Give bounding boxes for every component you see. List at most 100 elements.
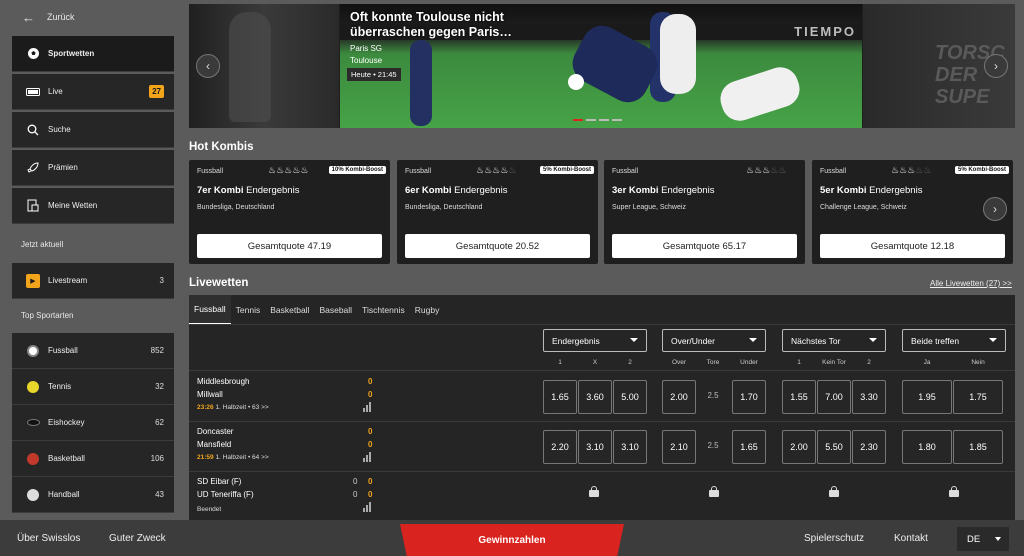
kombi-title-market: Endergebnis [869, 185, 923, 196]
heat-rating: ♨♨♨♨♨ [476, 165, 516, 176]
kombi-title: 3er Kombi Endergebnis [612, 185, 714, 196]
odds-button[interactable]: 2.00 [662, 380, 696, 414]
sidebar-item-basketball[interactable]: Basketball 106 [12, 441, 174, 477]
match-row[interactable]: Middlesbrough Millwall 0 0 23:26 1. Halbzeit… [189, 371, 1015, 421]
soccer-ball-icon [20, 47, 46, 60]
tab-basketball[interactable]: Basketball [265, 295, 314, 325]
odds-button[interactable]: 3.30 [852, 380, 886, 414]
odds-button[interactable]: 2.00 [782, 430, 816, 464]
footer-link-guter-zweck[interactable]: Guter Zweck [109, 533, 166, 544]
chevron-down-icon [869, 338, 877, 342]
match-row[interactable]: Doncaster Mansfield 0 0 21:59 1. Halbzeit • … [189, 421, 1015, 471]
team-away: Mansfield [197, 440, 232, 449]
match-period[interactable]: 1. Halbzeit • 64 >> [215, 454, 268, 461]
sidebar-item-praemien[interactable]: Prämien [12, 150, 174, 186]
match-row[interactable]: SD Eibar (F) UD Teneriffa (F) 0 0 0 0 Beendet [189, 471, 1015, 521]
hot-kombis-title: Hot Kombis [189, 141, 254, 153]
tab-rugby[interactable]: Rugby [410, 295, 445, 325]
market-select-label: Nächstes Tor [791, 335, 841, 346]
stats-icon[interactable] [363, 502, 373, 512]
chevron-left-icon: ‹ [206, 59, 210, 73]
sidebar-item-tennis[interactable]: Tennis 32 [12, 369, 174, 405]
kombi-quote-button[interactable]: Gesamtquote 20.52 [405, 234, 590, 258]
odds-button[interactable]: 5.50 [817, 430, 851, 464]
odds-button[interactable]: 3.10 [578, 430, 612, 464]
kombi-boost-badge: 5% Kombi-Boost [540, 166, 594, 174]
kombi-quote-button[interactable]: Gesamtquote 12.18 [820, 234, 1005, 258]
column-header: 1 [558, 359, 562, 366]
kombi-league: Bundesliga, Deutschland [405, 204, 483, 211]
kombi-title: 6er Kombi Endergebnis [405, 185, 507, 196]
market-select-over-under[interactable]: Over/Under [662, 329, 766, 352]
kombis-next-button[interactable]: › [983, 197, 1007, 221]
market-select-naechstes-tor[interactable]: Nächstes Tor [782, 329, 886, 352]
sidebar-item-meine-wetten[interactable]: Meine Wetten [12, 188, 174, 224]
kombi-quote-button[interactable]: Gesamtquote 65.17 [612, 234, 797, 258]
column-header: X [592, 359, 598, 366]
language-select[interactable]: DE [957, 527, 1009, 551]
match-period[interactable]: 1. Halbzeit • 63 >> [215, 404, 268, 411]
banner-team-away: Toulouse [350, 56, 383, 65]
tab-baseball[interactable]: Baseball [314, 295, 357, 325]
odds-button[interactable]: 1.70 [732, 380, 766, 414]
sidebar-item-label: Live [48, 87, 63, 96]
odds-button[interactable]: 1.65 [732, 430, 766, 464]
odds-button[interactable]: 3.10 [613, 430, 647, 464]
banner-next-text: TORSC DER SUPE [935, 42, 1005, 108]
back-button[interactable]: ← Zurück [12, 6, 75, 28]
sport-count: 32 [155, 382, 164, 391]
banner-pagination[interactable] [573, 119, 622, 121]
market-select-endergebnis[interactable]: Endergebnis [543, 329, 647, 352]
banner-prev-button[interactable]: ‹ [196, 54, 220, 78]
heat-rating: ♨♨♨♨♨ [891, 165, 931, 176]
odds-button[interactable]: 2.30 [852, 430, 886, 464]
stats-icon[interactable] [363, 452, 373, 462]
flame-icon: ♨ [923, 165, 932, 175]
chevron-right-icon: › [993, 202, 997, 216]
stats-icon[interactable] [363, 402, 373, 412]
odds-button[interactable]: 1.75 [953, 380, 1003, 414]
sidebar-item-suche[interactable]: Suche [12, 112, 174, 148]
kombi-card[interactable]: Fussball ♨♨♨♨♨ 10% Kombi-Boost 7er Kombi En… [189, 160, 390, 264]
basketball-icon [20, 452, 46, 465]
odds-button[interactable]: 7.00 [817, 380, 851, 414]
sidebar-item-eishockey[interactable]: Eishockey 62 [12, 405, 174, 441]
footer-link-spielerschutz[interactable]: Spielerschutz [804, 533, 864, 544]
odds-button[interactable]: 3.60 [578, 380, 612, 414]
odds-button[interactable]: 1.85 [953, 430, 1003, 464]
tab-fussball[interactable]: Fussball [189, 295, 231, 325]
all-live-bets-link[interactable]: Alle Livewetten (27) >> [930, 279, 1012, 288]
odds-button[interactable]: 2.10 [662, 430, 696, 464]
tab-tischtennis[interactable]: Tischtennis [357, 295, 410, 325]
odds-button[interactable]: 5.00 [613, 380, 647, 414]
odds-button[interactable]: 1.65 [543, 380, 577, 414]
market-select-beide-treffen[interactable]: Beide treffen [902, 329, 1006, 352]
footer-link-kontakt[interactable]: Kontakt [894, 533, 928, 544]
livewetten-title: Livewetten [189, 277, 249, 289]
kombi-card[interactable]: Fussball ♨♨♨♨♨ 3er Kombi Endergebnis Super … [604, 160, 805, 264]
sidebar-item-sportwetten[interactable]: Sportwetten [12, 36, 174, 72]
sidebar-item-live[interactable]: Live 27 [12, 74, 174, 110]
footer-link-ueber-swisslos[interactable]: Über Swisslos [17, 533, 80, 544]
sidebar-item-livestream[interactable]: ▶ Livestream 3 [12, 263, 174, 299]
promo-banner[interactable]: TIEMPO Oft konnte Toulouse nicht überras… [189, 4, 1015, 128]
sidebar-item-fussball[interactable]: Fussball 852 [12, 333, 174, 369]
odds-button[interactable]: 1.80 [902, 430, 952, 464]
kombi-title-bold: 6er Kombi [405, 185, 452, 196]
kombi-quote-button[interactable]: Gesamtquote 47.19 [197, 234, 382, 258]
odds-button[interactable]: 1.55 [782, 380, 816, 414]
goal-line: 2.5 [707, 391, 719, 400]
market-select-label: Endergebnis [552, 335, 600, 346]
heat-rating: ♨♨♨♨♨ [268, 165, 308, 176]
flame-icon: ♨ [754, 165, 763, 175]
chevron-down-icon [995, 537, 1001, 541]
odds-button[interactable]: 1.95 [902, 380, 952, 414]
match-status: Beendet [197, 506, 222, 513]
odds-button[interactable]: 2.20 [543, 430, 577, 464]
flame-icon: ♨ [268, 165, 277, 175]
tab-tennis[interactable]: Tennis [231, 295, 266, 325]
kombi-card[interactable]: Fussball ♨♨♨♨♨ 5% Kombi-Boost 6er Kombi End… [397, 160, 598, 264]
gewinnzahlen-button[interactable]: Gewinnzahlen [400, 524, 624, 556]
banner-next-button[interactable]: › [984, 54, 1008, 78]
sidebar-item-handball[interactable]: Handball 43 [12, 477, 174, 513]
